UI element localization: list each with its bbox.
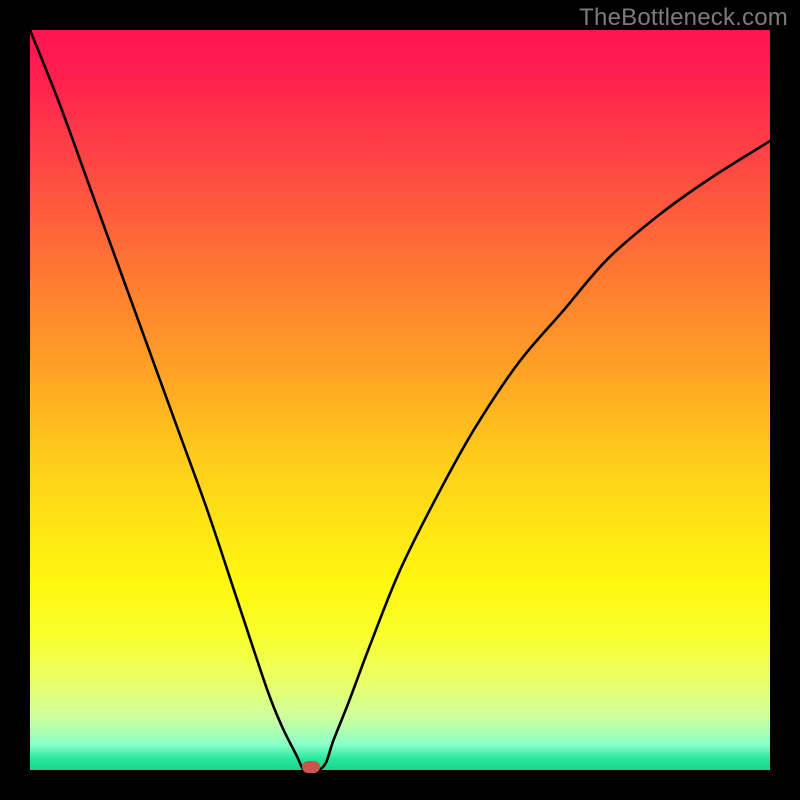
watermark-text: TheBottleneck.com — [579, 4, 788, 32]
chart-frame: TheBottleneck.com — [0, 0, 800, 800]
minimum-marker — [302, 761, 320, 773]
plot-area — [30, 30, 770, 770]
bottleneck-curve — [30, 30, 770, 770]
curve-path — [30, 30, 770, 770]
